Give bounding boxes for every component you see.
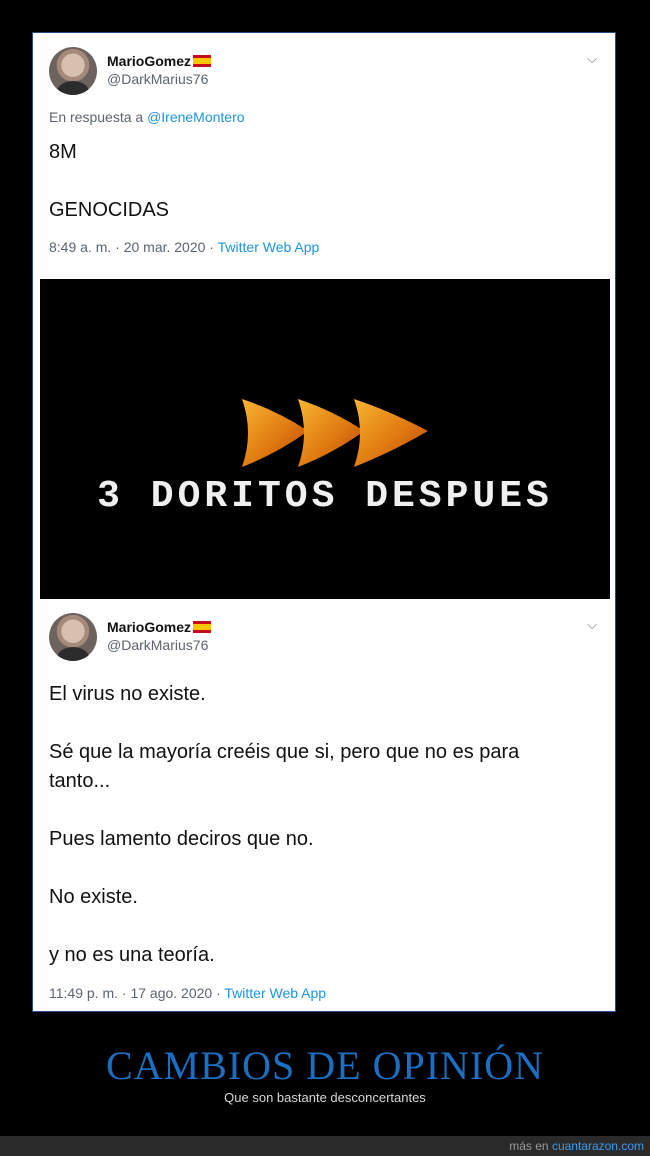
tweet-text-line: tanto... [49, 770, 111, 792]
site-link[interactable]: cuantarazon.com [552, 1139, 644, 1153]
spain-flag-icon [193, 621, 212, 633]
tweet-text-line: Pues lamento deciros que no. [49, 828, 314, 850]
avatar[interactable] [49, 613, 97, 661]
tweet-1[interactable]: MarioGomez @DarkMarius76 ⌵ En respuesta … [33, 33, 615, 277]
tweet-text-line: y no es una teoría. [49, 944, 215, 966]
credit-bar: más en cuantarazon.com [0, 1136, 650, 1156]
screenshot-frame: MarioGomez @DarkMarius76 ⌵ En respuesta … [32, 32, 616, 1012]
post-title: CAMBIOS DE OPINIÓN [105, 1043, 545, 1088]
tweet-text-line: GENOCIDAS [49, 199, 170, 221]
tweet-text-line: Sé que la mayoría creéis que si, pero qu… [49, 741, 520, 763]
source-app-link[interactable]: Twitter Web App [224, 985, 326, 1001]
spain-flag-icon [193, 55, 212, 67]
chevron-down-icon[interactable]: ⌵ [587, 51, 597, 67]
credit-prefix: más en [509, 1139, 549, 1153]
display-name[interactable]: MarioGomez [107, 53, 191, 69]
meme-image: 3 DORITOS DESPUES [40, 279, 610, 599]
reply-context: En respuesta a @IreneMontero [49, 109, 245, 125]
tweet-text-line: 8M [49, 141, 77, 163]
source-app-link[interactable]: Twitter Web App [218, 239, 320, 255]
tweet-text-line: No existe. [49, 886, 138, 908]
timestamp[interactable]: 8:49 a. m. · 20 mar. 2020 · [49, 239, 214, 255]
tweet-text-line: El virus no existe. [49, 683, 206, 705]
author-handle[interactable]: @DarkMarius76 [107, 71, 208, 87]
image-caption: 3 DORITOS DESPUES [97, 475, 553, 518]
reply-mention-link[interactable]: @IreneMontero [147, 109, 244, 125]
reply-prefix: En respuesta a [49, 109, 144, 125]
chevron-down-icon[interactable]: ⌵ [587, 617, 597, 633]
author-name-row[interactable]: MarioGomez [107, 53, 212, 69]
avatar[interactable] [49, 47, 97, 95]
doritos-arrows-graphic [242, 399, 428, 467]
tweet-2[interactable]: MarioGomez @DarkMarius76 ⌵ El virus no e… [33, 599, 615, 1011]
site-credit: más en cuantarazon.com [509, 1139, 644, 1153]
tweet-meta: 8:49 a. m. · 20 mar. 2020 · Twitter Web … [49, 239, 319, 255]
tweet-meta: 11:49 p. m. · 17 ago. 2020 · Twitter Web… [49, 985, 326, 1001]
post-subtitle: Que son bastante desconcertantes [224, 1090, 426, 1105]
display-name[interactable]: MarioGomez [107, 619, 191, 635]
author-name-row[interactable]: MarioGomez [107, 619, 212, 635]
timestamp[interactable]: 11:49 p. m. · 17 ago. 2020 · [49, 985, 221, 1001]
author-handle[interactable]: @DarkMarius76 [107, 637, 208, 653]
